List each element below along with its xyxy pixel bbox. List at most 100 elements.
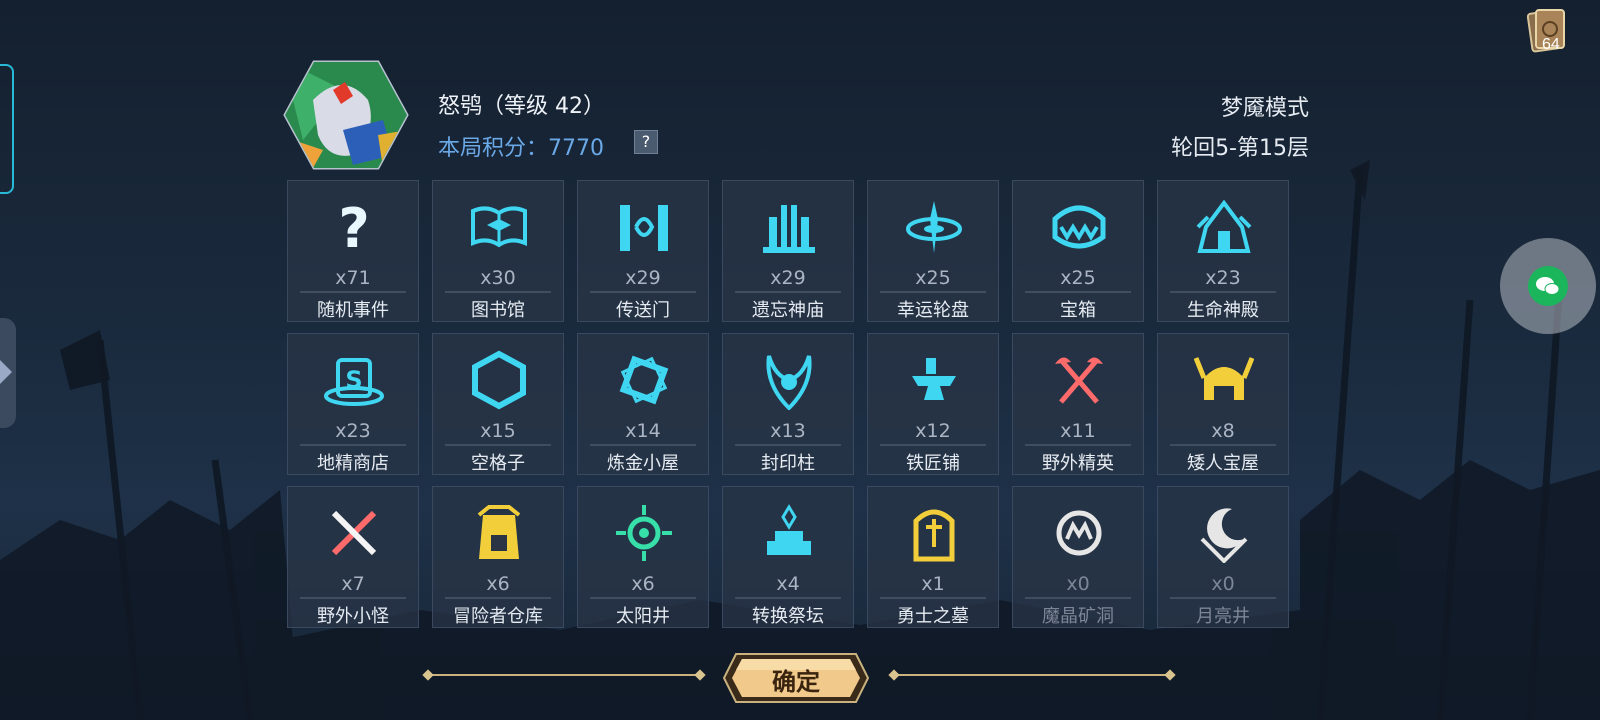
- library-book-icon: [471, 206, 527, 248]
- tile-divider: [445, 291, 551, 293]
- tile-portal[interactable]: x29 传送门: [577, 180, 709, 322]
- tile-lucky-wheel[interactable]: x25 幸运轮盘: [867, 180, 999, 322]
- alchemy-hut-icon: [619, 355, 669, 405]
- tile-treasure-chest[interactable]: x25 宝箱: [1012, 180, 1144, 322]
- sun-well-icon: [616, 505, 672, 561]
- goblin-shop-icon: S: [324, 358, 384, 406]
- tile-seal-pillar[interactable]: x13 封印柱: [722, 333, 854, 475]
- tile-count: x4: [776, 573, 800, 595]
- tile-label: 野外精英: [1042, 453, 1114, 474]
- tile-anvil[interactable]: x12 铁匠铺: [867, 333, 999, 475]
- svg-text:?: ?: [338, 197, 369, 257]
- tile-label: 月亮井: [1196, 606, 1250, 627]
- warehouse-icon: [477, 505, 521, 559]
- divider-right: [896, 674, 1172, 676]
- wechat-icon: [1528, 266, 1568, 306]
- tile-library-book[interactable]: x30 图书馆: [432, 180, 564, 322]
- tile-label: 矮人宝屋: [1187, 453, 1259, 474]
- tile-label: 冒险者仓库: [453, 606, 543, 627]
- tile-crystal-mine[interactable]: x0 魔晶矿洞: [1012, 486, 1144, 628]
- crossed-axes-icon: [1055, 357, 1103, 404]
- difficulty-mode: 梦魇模式: [1220, 96, 1309, 121]
- svg-text:S: S: [345, 366, 362, 394]
- divider-left-end: [694, 669, 706, 681]
- tile-label: 生命神殿: [1187, 300, 1259, 321]
- player-name: 怒鸮（等级 42）: [438, 94, 605, 119]
- tile-sun-well[interactable]: x6 太阳井: [577, 486, 709, 628]
- tile-count: x15: [480, 420, 516, 442]
- tile-divider: [300, 597, 406, 599]
- player-header: 怒鸮（等级 42） 本局积分：7770 ? 梦魇模式 轮回5-第15层: [283, 58, 1309, 170]
- tile-label: 野外小怪: [317, 606, 389, 627]
- tile-count: x13: [770, 420, 806, 442]
- tile-divider: [880, 291, 986, 293]
- treasure-chest-icon: [1052, 205, 1106, 249]
- tile-count: x12: [915, 420, 951, 442]
- crystal-mine-icon: [1056, 510, 1102, 556]
- tile-label: 宝箱: [1060, 300, 1096, 321]
- dwarf-helmet-icon: [1194, 357, 1254, 400]
- tile-divider: [1170, 291, 1276, 293]
- tile-divider: [1170, 597, 1276, 599]
- tile-label: 转换祭坛: [752, 606, 824, 627]
- tile-label: 随机事件: [317, 300, 389, 321]
- tile-moon-well[interactable]: x0 月亮井: [1157, 486, 1289, 628]
- tile-count: x0: [1211, 573, 1235, 595]
- run-score: 本局积分：7770: [438, 136, 604, 161]
- tile-label: 空格子: [471, 453, 525, 474]
- tile-dwarf-helmet[interactable]: x8 矮人宝屋: [1157, 333, 1289, 475]
- tile-divider: [880, 444, 986, 446]
- tile-tomb[interactable]: x1 勇士之墓: [867, 486, 999, 628]
- tile-count: x14: [625, 420, 661, 442]
- tile-count: x0: [1066, 573, 1090, 595]
- tile-crossed-axes[interactable]: x11 野外精英: [1012, 333, 1144, 475]
- tile-divider: [735, 444, 841, 446]
- crossed-swords-icon: [331, 510, 377, 556]
- wechat-floating-button[interactable]: [1500, 238, 1596, 334]
- tile-label: 铁匠铺: [906, 453, 960, 474]
- tile-label: 太阳井: [616, 606, 670, 627]
- tile-count: x30: [480, 267, 516, 289]
- tile-label: 魔晶矿洞: [1042, 606, 1114, 627]
- tile-crossed-swords[interactable]: x7 野外小怪: [287, 486, 419, 628]
- tile-question[interactable]: ? x71 随机事件: [287, 180, 419, 322]
- tile-divider: [1025, 291, 1131, 293]
- divider-right-start: [888, 669, 900, 681]
- tile-divider: [590, 291, 696, 293]
- tile-label: 勇士之墓: [897, 606, 969, 627]
- tile-life-shrine[interactable]: x23 生命神殿: [1157, 180, 1289, 322]
- score-help-icon[interactable]: ?: [634, 130, 658, 154]
- tile-count: x23: [335, 420, 371, 442]
- tile-divider: [300, 291, 406, 293]
- tile-temple[interactable]: x29 遗忘神庙: [722, 180, 854, 322]
- event-summary-grid: ? x71 随机事件 x30 图书馆 x29 传送门 x29 遗忘神庙 x25 幸运轮盘 x25 宝箱 x…: [287, 180, 1311, 636]
- owl-portrait-icon[interactable]: [283, 60, 409, 170]
- tile-alchemy-hut[interactable]: x14 炼金小屋: [577, 333, 709, 475]
- tile-label: 传送门: [616, 300, 670, 321]
- tile-count: x7: [341, 573, 365, 595]
- tile-goblin-shop[interactable]: Sx23 地精商店: [287, 333, 419, 475]
- tile-label: 封印柱: [761, 453, 815, 474]
- left-panel-tab[interactable]: [0, 64, 14, 194]
- tile-count: x6: [486, 573, 510, 595]
- tile-divider: [1170, 444, 1276, 446]
- tile-divider: [735, 291, 841, 293]
- tile-divider: [300, 444, 406, 446]
- tile-divider: [445, 597, 551, 599]
- seal-pillar-icon: [766, 355, 812, 410]
- tile-divider: [590, 444, 696, 446]
- tile-divider: [590, 597, 696, 599]
- tile-empty-hexagon[interactable]: x15 空格子: [432, 333, 564, 475]
- tile-divider: [735, 597, 841, 599]
- tile-divider: [880, 597, 986, 599]
- tile-label: 幸运轮盘: [897, 300, 969, 321]
- empty-hexagon-icon: [472, 350, 526, 410]
- question-icon: ?: [338, 197, 369, 257]
- confirm-button[interactable]: 确定: [722, 652, 870, 704]
- tile-warehouse[interactable]: x6 冒险者仓库: [432, 486, 564, 628]
- life-shrine-icon: [1196, 199, 1252, 253]
- tile-altar[interactable]: x4 转换祭坛: [722, 486, 854, 628]
- moon-well-icon: [1200, 508, 1248, 563]
- tile-count: x6: [631, 573, 655, 595]
- tile-count: x1: [921, 573, 945, 595]
